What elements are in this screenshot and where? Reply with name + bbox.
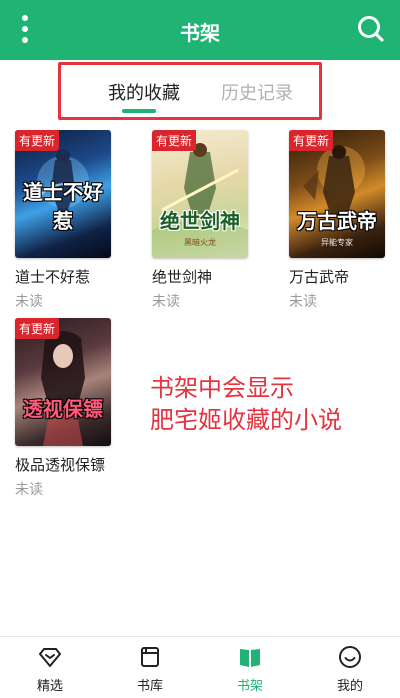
cover-title: 万古武帝 (297, 209, 377, 233)
cover-title: 透视保镖 (23, 397, 103, 421)
book-cover: 有更新 万古武帝 异能专家 (289, 130, 385, 258)
nav-item-bookshelf[interactable]: 书架 (200, 637, 300, 698)
book-cover: 有更新 道士不好惹 (15, 130, 111, 258)
cover-author: 黑暗火龙 (184, 238, 216, 247)
update-badge: 有更新 (289, 130, 334, 151)
nav-item-featured[interactable]: 精选 (0, 637, 100, 698)
cover-title: 绝世剑神 (160, 209, 240, 233)
diamond-icon (39, 648, 61, 667)
book-cover: 有更新 绝世剑神 黑暗火龙 (152, 130, 248, 258)
nav-label: 我的 (336, 679, 363, 694)
nav-label: 精选 (36, 679, 63, 694)
update-badge: 有更新 (152, 130, 197, 151)
book-card[interactable]: 有更新 透视保镖 极品透视保镖 未读 (15, 318, 115, 499)
read-status: 未读 (15, 482, 43, 498)
tab-history[interactable]: 历史记录 (221, 79, 293, 105)
book-title: 极品透视保镖 (15, 456, 106, 474)
smiley-face-icon (339, 646, 361, 668)
update-badge: 有更新 (15, 318, 60, 339)
book-cover: 有更新 透视保镖 (15, 318, 111, 446)
shelf-tabs: 我的收藏 历史记录 (58, 62, 322, 120)
book-card[interactable]: 有更新 万古武帝 异能专家 万古武帝 未读 (289, 130, 389, 311)
book-title: 绝世剑神 (152, 268, 213, 286)
open-book-icon (240, 649, 260, 667)
read-status: 未读 (152, 294, 180, 310)
nav-item-library[interactable]: 书库 (100, 637, 200, 698)
active-tab-indicator (122, 109, 156, 113)
book-card[interactable]: 有更新 绝世剑神 黑暗火龙 绝世剑神 未读 (152, 130, 252, 311)
nav-label: 书架 (236, 679, 263, 694)
bottom-navigation: 精选 书库 书架 我的 (0, 636, 400, 698)
cover-title: 道士不好惹 (23, 180, 103, 233)
tab-favorites[interactable]: 我的收藏 (108, 79, 180, 105)
update-badge: 有更新 (15, 130, 60, 151)
nav-item-profile[interactable]: 我的 (300, 637, 400, 698)
search-icon[interactable] (356, 14, 386, 44)
book-card[interactable]: 有更新 道士不好惹 道士不好惹 未读 (15, 130, 115, 311)
annotation-line: 书架中会显示 (150, 374, 294, 402)
book-title: 万古武帝 (289, 268, 350, 286)
book-library-icon (141, 647, 159, 667)
annotation-text: 书架中会显示 肥宅姬收藏的小说 (150, 372, 380, 436)
page-title: 书架 (180, 21, 220, 45)
cover-author: 异能专家 (321, 238, 353, 247)
read-status: 未读 (15, 294, 43, 310)
app-window: 书架 我的收藏 历史记录 有更新 道士不好惹 道士不好惹 未读 有更新 绝世剑神… (0, 0, 400, 698)
annotation-line: 肥宅姬收藏的小说 (150, 406, 342, 434)
top-app-bar: 书架 (0, 0, 400, 60)
read-status: 未读 (289, 294, 317, 310)
nav-label: 书库 (136, 679, 163, 694)
book-title: 道士不好惹 (15, 268, 91, 286)
